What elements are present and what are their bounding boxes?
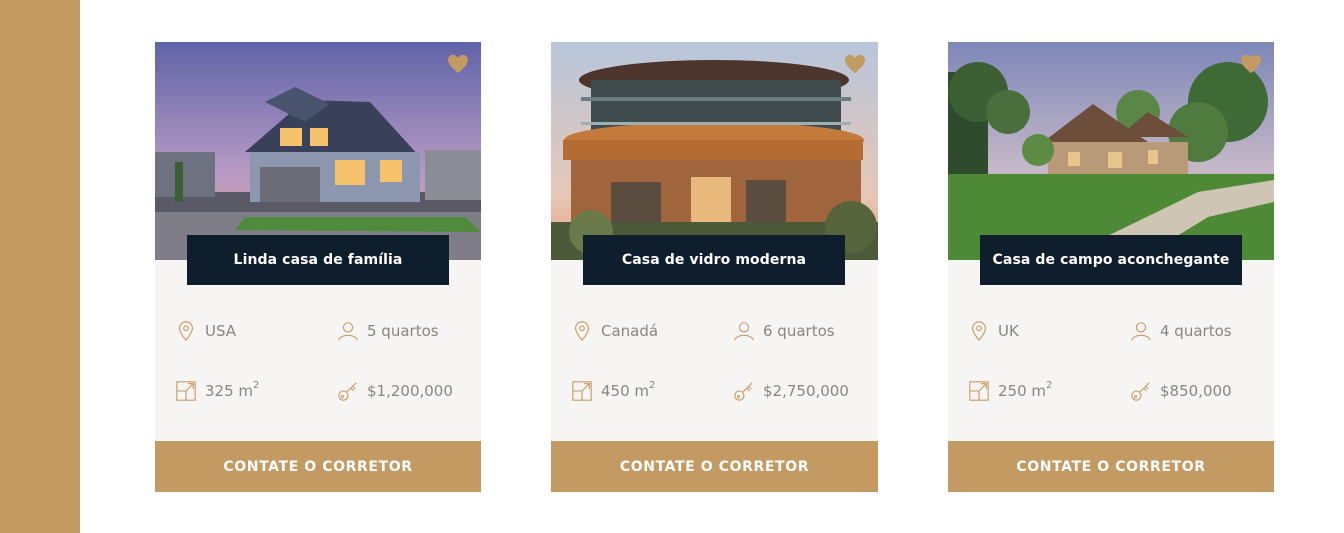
property-title-box: Casa de vidro moderna: [583, 235, 845, 285]
property-area: 250 m2: [968, 380, 1052, 402]
property-rooms: 5 quartos: [337, 320, 439, 342]
map-pin-icon: [968, 320, 990, 342]
contact-agent-button[interactable]: CONTATE O CORRETOR: [155, 441, 481, 492]
user-icon: [1130, 320, 1152, 342]
property-card: Casa de vidro moderna Canadá 6 quartos 4…: [551, 42, 878, 492]
property-price: $1,200,000: [337, 380, 453, 402]
property-photo[interactable]: [551, 42, 878, 260]
user-icon: [337, 320, 359, 342]
contact-agent-button[interactable]: CONTATE O CORRETOR: [551, 441, 878, 492]
area-icon: [571, 380, 593, 402]
property-area: 450 m2: [571, 380, 655, 402]
property-area: 325 m2: [175, 380, 259, 402]
property-card: Linda casa de família USA 5 quartos 325 …: [155, 42, 481, 492]
contact-agent-button[interactable]: CONTATE O CORRETOR: [948, 441, 1274, 492]
property-location: UK: [968, 320, 1019, 342]
property-rooms: 6 quartos: [733, 320, 835, 342]
left-accent-bar: [0, 0, 80, 533]
property-title: Casa de vidro moderna: [621, 252, 807, 268]
property-photo[interactable]: [155, 42, 481, 260]
key-icon: [1130, 380, 1152, 402]
user-icon: [733, 320, 755, 342]
property-title: Casa de campo aconchegante: [992, 252, 1230, 268]
property-location: USA: [175, 320, 236, 342]
key-icon: [733, 380, 755, 402]
key-icon: [337, 380, 359, 402]
property-location: Canadá: [571, 320, 658, 342]
area-icon: [175, 380, 197, 402]
favorite-heart-icon[interactable]: [844, 54, 866, 74]
area-icon: [968, 380, 990, 402]
property-card: Casa de campo aconchegante UK 4 quartos …: [948, 42, 1274, 492]
property-title: Linda casa de família: [233, 252, 403, 268]
property-price: $2,750,000: [733, 380, 849, 402]
property-price: $850,000: [1130, 380, 1232, 402]
favorite-heart-icon[interactable]: [1240, 54, 1262, 74]
map-pin-icon: [571, 320, 593, 342]
property-photo[interactable]: [948, 42, 1274, 260]
map-pin-icon: [175, 320, 197, 342]
property-rooms: 4 quartos: [1130, 320, 1232, 342]
property-title-box: Casa de campo aconchegante: [980, 235, 1242, 285]
property-title-box: Linda casa de família: [187, 235, 449, 285]
favorite-heart-icon[interactable]: [447, 54, 469, 74]
